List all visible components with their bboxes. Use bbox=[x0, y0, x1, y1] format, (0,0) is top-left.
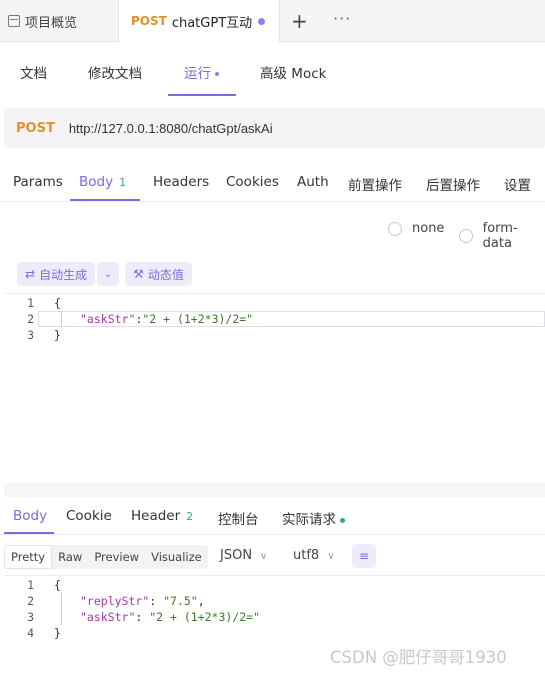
status-dot-icon bbox=[340, 517, 345, 523]
header-count-badge: 2 bbox=[186, 510, 194, 523]
panel-separator[interactable] bbox=[4, 483, 545, 497]
url-bar[interactable]: POST http://127.0.0.1:8080/chatGpt/askAi bbox=[4, 108, 545, 148]
radio-none[interactable]: none bbox=[388, 221, 444, 236]
response-tabs: Body Cookie Header 2 控制台 实际请求 bbox=[0, 497, 545, 535]
line-number: 1 bbox=[27, 578, 34, 592]
wrap-icon: ≡ bbox=[358, 549, 370, 563]
auto-generate-button[interactable]: ⇄ 自动生成 bbox=[17, 262, 96, 286]
auto-generate-dropdown[interactable]: ⌄ bbox=[97, 262, 120, 286]
code-text: "askStr": "2 + (1+2*3)/2=" bbox=[80, 610, 261, 624]
response-format-group: Pretty Raw Preview Visualize bbox=[4, 545, 208, 569]
chevron-down-icon: ∨ bbox=[260, 551, 268, 562]
request-url-input[interactable]: http://127.0.0.1:8080/chatGpt/askAi bbox=[69, 121, 273, 136]
json-key: "askStr" bbox=[80, 610, 136, 624]
code-text: "replyStr": "7.5", bbox=[80, 594, 205, 608]
wrap-lines-button[interactable]: ≡ bbox=[352, 544, 376, 568]
tab-params[interactable]: Params bbox=[13, 174, 63, 190]
watermark: CSDN @肥仔哥哥1930 bbox=[330, 648, 507, 667]
json-value: "2 + (1+2*3)/2=" bbox=[142, 312, 254, 326]
json-value: "7.5" bbox=[163, 594, 198, 608]
request-tabs: Params Body 1 Headers Cookies Auth 前置操作 后… bbox=[0, 162, 545, 202]
tab-headers[interactable]: Headers bbox=[153, 174, 209, 190]
line-number: 2 bbox=[27, 312, 34, 326]
tab-body[interactable]: Body 1 bbox=[79, 174, 126, 190]
unsaved-dot-icon bbox=[258, 18, 265, 25]
radio-form-data-label: form-data bbox=[482, 221, 518, 251]
response-tab-header[interactable]: Header 2 bbox=[131, 508, 193, 524]
subtab-active-indicator bbox=[168, 94, 236, 96]
auto-generate-label: 自动生成 bbox=[39, 267, 88, 282]
response-tab-actual-request-label: 实际请求 bbox=[282, 512, 336, 528]
json-key: "askStr" bbox=[80, 312, 136, 326]
body-toolbar: ⇄ 自动生成 ⌄ ⚒ 动态值 bbox=[17, 262, 192, 286]
tab-bar: 项目概览 POST chatGPT互动 + ··· bbox=[0, 0, 545, 42]
run-dot-icon bbox=[215, 72, 219, 76]
tab-chatgpt-interaction[interactable]: POST chatGPT互动 bbox=[118, 0, 280, 42]
response-tab-active-indicator bbox=[4, 532, 54, 534]
dynamic-value-button[interactable]: ⚒ 动态值 bbox=[125, 262, 192, 286]
indent-guide bbox=[61, 311, 62, 327]
subtab-advanced-mock[interactable]: 高级 Mock bbox=[260, 62, 326, 82]
format-visualize[interactable]: Visualize bbox=[145, 545, 208, 569]
response-tab-header-label: Header bbox=[131, 508, 181, 524]
tab-post-operations[interactable]: 后置操作 bbox=[426, 174, 480, 194]
tab-body-label: Body bbox=[79, 174, 114, 190]
request-body-editor[interactable]: 1 { 2 "askStr":"2 + (1+2*3)/2=" 3 } bbox=[4, 293, 545, 483]
code-text: } bbox=[54, 328, 61, 342]
line-number: 3 bbox=[27, 610, 34, 624]
code-text: { bbox=[54, 578, 61, 592]
chevron-down-icon: ⌄ bbox=[103, 268, 113, 280]
tab-method-label: POST bbox=[131, 14, 167, 28]
code-text: { bbox=[54, 296, 61, 310]
request-tab-active-indicator bbox=[70, 199, 140, 201]
line-number: 1 bbox=[27, 296, 34, 310]
body-count-badge: 1 bbox=[119, 176, 127, 189]
format-preview[interactable]: Preview bbox=[88, 545, 145, 569]
tab-settings[interactable]: 设置 bbox=[504, 174, 531, 194]
json-value: "2 + (1+2*3)/2=" bbox=[149, 610, 261, 624]
add-tab-button[interactable]: + bbox=[291, 11, 308, 31]
doc-subtabs: 文档 修改文档 运行 高级 Mock bbox=[0, 42, 545, 98]
request-method[interactable]: POST bbox=[16, 121, 55, 136]
response-tab-actual-request[interactable]: 实际请求 bbox=[282, 508, 345, 528]
response-type-select[interactable]: JSON ∨ bbox=[220, 548, 267, 563]
more-tabs-button[interactable]: ··· bbox=[333, 9, 351, 28]
magic-wand-icon: ⚒ bbox=[133, 267, 144, 281]
encoding-value: utf8 bbox=[293, 548, 320, 563]
tab-cookies[interactable]: Cookies bbox=[226, 174, 279, 190]
tab-pre-operations[interactable]: 前置操作 bbox=[348, 174, 402, 194]
response-tab-cookie[interactable]: Cookie bbox=[66, 508, 112, 524]
dynamic-value-label: 动态值 bbox=[147, 267, 184, 282]
radio-none-label: none bbox=[412, 221, 445, 236]
overview-icon bbox=[8, 15, 20, 27]
tab-overview-label: 项目概览 bbox=[25, 15, 78, 31]
format-raw[interactable]: Raw bbox=[52, 545, 88, 569]
subtab-run-label: 运行 bbox=[184, 66, 211, 82]
response-tab-body[interactable]: Body bbox=[13, 508, 47, 524]
line-number: 2 bbox=[27, 594, 34, 608]
indent-guide bbox=[61, 593, 62, 625]
subtab-edit-doc[interactable]: 修改文档 bbox=[88, 62, 142, 82]
code-text: } bbox=[54, 626, 61, 640]
radio-form-data[interactable]: form-data bbox=[459, 221, 545, 251]
encoding-select[interactable]: utf8 ∨ bbox=[293, 548, 335, 563]
response-tab-console[interactable]: 控制台 bbox=[218, 508, 259, 528]
tab-project-overview[interactable]: 项目概览 bbox=[0, 0, 118, 42]
code-text: "askStr":"2 + (1+2*3)/2=" bbox=[80, 311, 253, 327]
subtab-doc[interactable]: 文档 bbox=[20, 62, 47, 82]
chevron-down-icon: ∨ bbox=[327, 551, 335, 562]
tab-auth[interactable]: Auth bbox=[297, 174, 329, 190]
format-pretty[interactable]: Pretty bbox=[4, 545, 53, 569]
radio-circle-icon bbox=[388, 221, 402, 236]
tab-title: chatGPT互动 bbox=[171, 15, 253, 31]
line-number: 4 bbox=[27, 626, 34, 640]
radio-circle-icon bbox=[459, 229, 473, 243]
line-number: 3 bbox=[27, 328, 34, 342]
swap-icon: ⇄ bbox=[25, 267, 36, 281]
subtab-run[interactable]: 运行 bbox=[184, 62, 219, 82]
response-type-value: JSON bbox=[220, 548, 253, 563]
json-key: "replyStr" bbox=[80, 594, 150, 608]
